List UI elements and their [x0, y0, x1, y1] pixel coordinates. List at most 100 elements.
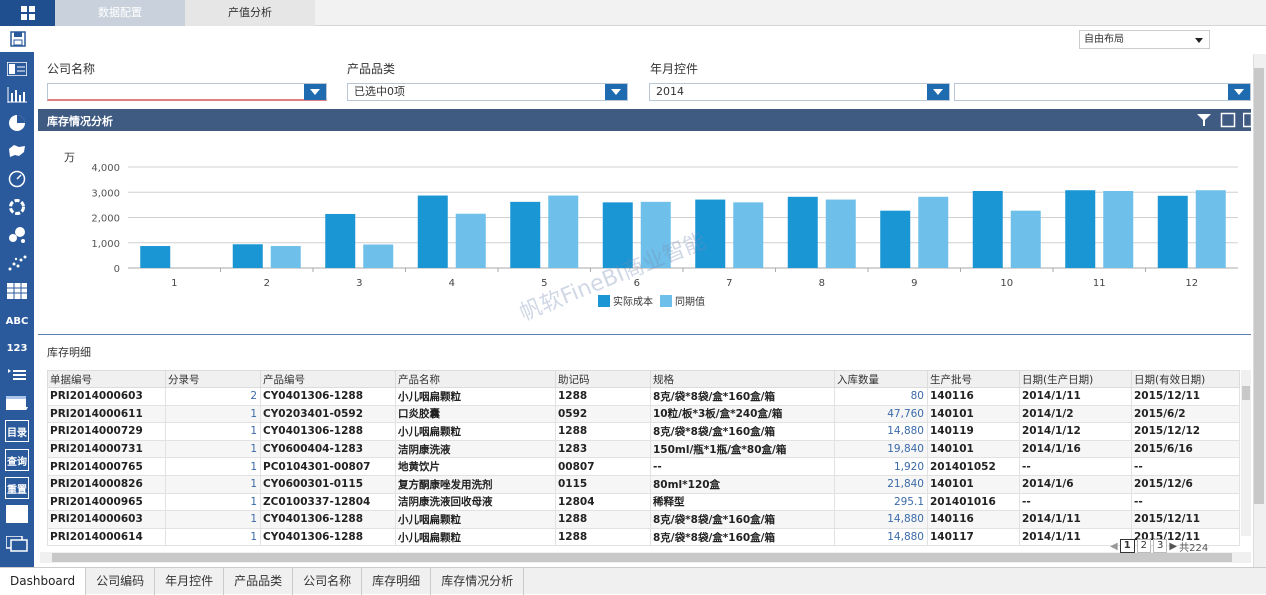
chevron-down-icon[interactable] [927, 84, 949, 100]
reset-icon[interactable]: 重置 [5, 477, 29, 499]
table-cell: 150ml/瓶*1瓶/盒*80盒/箱 [650, 439, 835, 459]
table-row[interactable]: PRI2014000826 1 CY0600301-0115 复方酮康唑发用洗剂 011… [47, 474, 1240, 494]
table-row[interactable]: PRI2014000765 1 PC0104301-00807 地黄饮片 00807 --… [47, 457, 1240, 476]
table-icon[interactable] [4, 58, 30, 80]
y-tick-label: 3,000 [91, 188, 120, 199]
table-cell: 00807 [555, 457, 651, 476]
bar-actual-cost [880, 210, 911, 268]
layout-select-value: 自由布局 [1084, 34, 1124, 45]
table-cell: 1 [165, 510, 261, 529]
table-hscroll-thumb[interactable] [52, 553, 1232, 562]
text-label-icon[interactable]: ABC [4, 310, 30, 332]
month-combo[interactable] [954, 83, 1251, 101]
table-cell: 8克/袋*8袋/盒*160盒/箱 [650, 387, 835, 406]
filter-label-year-month: 年月控件 [650, 62, 699, 76]
bar-actual-cost [140, 246, 171, 268]
year-combo[interactable]: 2014 [649, 83, 950, 101]
category-combo[interactable]: 已选中0项 [347, 83, 628, 101]
scatter-icon[interactable] [4, 252, 30, 274]
x-tick-label: 8 [819, 278, 825, 289]
page-2-button[interactable]: 2 [1136, 539, 1152, 553]
table-row[interactable]: PRI2014000614 1 CY0401306-1288 小儿咽扁颗粒 1288 8克… [47, 527, 1240, 547]
sheet-tab[interactable]: 库存情况分析 [431, 568, 525, 595]
layout-select[interactable]: 自由布局 [1079, 30, 1210, 49]
table-cell: 口炎胶囊 [395, 404, 556, 424]
gauge-icon[interactable] [4, 168, 30, 190]
x-tick-label: 5 [541, 278, 547, 289]
x-tick-label: 7 [726, 278, 732, 289]
column-header[interactable]: 入库数量 [834, 370, 928, 388]
sheet-tab[interactable]: 产品品类 [224, 568, 294, 595]
table-row[interactable]: PRI2014000611 1 CY0203401-0592 口炎胶囊 0592 10粒/… [47, 404, 1240, 424]
table-cell: CY0401306-1288 [260, 510, 396, 529]
grid-icon [20, 6, 35, 20]
filter-icon[interactable] [1196, 112, 1212, 128]
sheet-tab[interactable]: Dashboard [0, 568, 87, 595]
multi-window-icon[interactable] [4, 533, 30, 555]
sheet-tab[interactable]: 公司编码 [86, 568, 156, 595]
x-tick-label: 4 [449, 278, 455, 289]
more-icon[interactable] [1243, 112, 1251, 128]
donut-icon[interactable] [4, 196, 30, 218]
prev-page-icon[interactable]: ◀ [1110, 541, 1118, 552]
grid-table-icon[interactable] [4, 280, 30, 302]
year-combo-value: 2014 [656, 85, 684, 98]
chevron-down-icon[interactable] [304, 84, 326, 100]
app-grid-button[interactable] [0, 0, 55, 26]
list-icon[interactable] [4, 364, 30, 386]
chevron-down-icon[interactable] [1228, 84, 1250, 100]
column-header[interactable]: 助记码 [555, 370, 651, 388]
tab-data-config[interactable]: 数据配置 [55, 0, 185, 26]
column-header[interactable]: 日期(生产日期) [1019, 370, 1132, 388]
sheet-tab[interactable]: 年月控件 [155, 568, 225, 595]
table-cell: PC0104301-00807 [260, 457, 396, 476]
save-icon[interactable] [10, 31, 26, 47]
page-vscroll-thumb[interactable] [1254, 68, 1264, 504]
table-header-row: 单据编号 分录号 产品编号 产品名称 助记码 规格 入库数量 生产批号 日期(生产日期) 日期(有… [47, 370, 1240, 388]
column-header[interactable]: 生产批号 [927, 370, 1020, 388]
pie-chart-icon[interactable] [4, 112, 30, 134]
x-tick-label: 12 [1185, 278, 1198, 289]
checker-icon[interactable] [4, 503, 30, 525]
table-row[interactable]: PRI2014000603 1 CY0401306-1288 小儿咽扁颗粒 1288 8克… [47, 510, 1240, 529]
column-header[interactable]: 产品名称 [395, 370, 556, 388]
sheet-tab[interactable]: 公司名称 [293, 568, 363, 595]
table-cell: 稀释型 [650, 492, 835, 512]
table-cell: CY0401306-1288 [260, 422, 396, 441]
table-vscroll-thumb[interactable] [1242, 386, 1250, 400]
tree-icon[interactable]: 目录 [5, 420, 29, 442]
page-3-button[interactable]: 3 [1153, 539, 1168, 553]
number-icon[interactable]: 123 [4, 337, 30, 359]
table-row[interactable]: PRI2014000731 1 CY0600404-1283 洁阴康洗液 1283 150… [47, 439, 1240, 459]
column-header[interactable]: 产品编号 [260, 370, 396, 388]
company-combo[interactable] [47, 83, 327, 101]
sheet-tab[interactable]: 库存明细 [362, 568, 432, 595]
y-tick-label: 1,000 [91, 239, 120, 250]
table-cell: 2014/1/6 [1019, 474, 1132, 494]
table-row[interactable]: PRI2014000965 1 ZC0100337-12804 洁阴康洗液回收母液 12… [47, 492, 1240, 512]
column-header[interactable]: 规格 [650, 370, 835, 388]
table-cell: 洁阴康洗液 [395, 439, 556, 459]
table-cell: CY0401306-1288 [260, 527, 396, 547]
bar-chart-icon[interactable] [4, 84, 30, 106]
query-icon[interactable]: 查询 [5, 449, 29, 471]
table-cell: -- [1131, 492, 1240, 512]
map-icon[interactable] [4, 140, 30, 162]
column-header[interactable]: 日期(有效日期) [1131, 370, 1240, 388]
column-header[interactable]: 单据编号 [47, 370, 166, 388]
bar-actual-cost [510, 201, 541, 268]
maximize-icon[interactable] [1220, 112, 1236, 128]
tab-output-analysis[interactable]: 产值分析 [185, 0, 315, 26]
filter-label-category: 产品品类 [347, 62, 396, 76]
table-row[interactable]: PRI2014000603 2 CY0401306-1288 小儿咽扁颗粒 1288 8克… [47, 387, 1240, 406]
page-1-button[interactable]: 1 [1119, 539, 1135, 553]
date-icon[interactable] [4, 392, 30, 414]
bar-same-period [1195, 190, 1226, 268]
bubble-icon[interactable] [4, 224, 30, 246]
table-cell: 140117 [927, 527, 1020, 547]
column-header[interactable]: 分录号 [165, 370, 261, 388]
table-cell: 小儿咽扁颗粒 [395, 527, 556, 547]
table-row[interactable]: PRI2014000729 1 CY0401306-1288 小儿咽扁颗粒 1288 8克… [47, 422, 1240, 441]
chevron-down-icon[interactable] [605, 84, 627, 100]
next-page-icon[interactable]: ▶ [1169, 541, 1177, 552]
